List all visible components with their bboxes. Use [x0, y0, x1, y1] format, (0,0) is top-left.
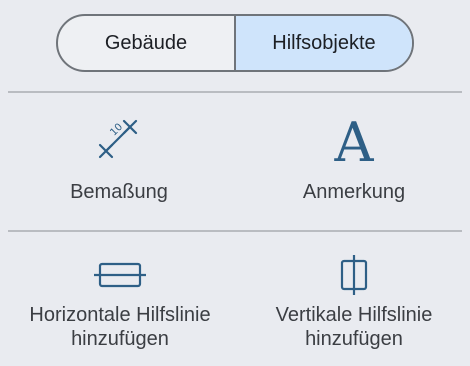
divider-top	[8, 91, 462, 93]
dimension-label: Bemaßung	[70, 181, 168, 203]
text-A-icon: A	[334, 111, 374, 174]
horizontal-guide-label-line2: hinzufügen	[71, 328, 169, 350]
tab-hilfsobjekte[interactable]: Hilfsobjekte	[234, 16, 412, 70]
annotation-tool-button[interactable]: A Anmerkung	[284, 116, 424, 204]
vertical-guide-label-line2: hinzufügen	[305, 328, 403, 350]
horizontal-guide-label-line1: Horizontale Hilfslinie	[29, 304, 211, 326]
horizontal-guide-icon	[94, 262, 146, 288]
dimension-icon: 10	[98, 119, 138, 159]
add-vertical-guide-button[interactable]: Vertikale Hilfslinie hinzufügen	[260, 255, 448, 351]
annotation-label: Anmerkung	[302, 181, 406, 203]
dimension-tool-button[interactable]: 10 Bemaßung	[60, 116, 178, 204]
vertical-guide-label-line1: Vertikale Hilfslinie	[275, 304, 433, 326]
divider-bottom	[8, 230, 462, 232]
tab-gebaeude[interactable]: Gebäude	[58, 16, 234, 70]
add-horizontal-guide-button[interactable]: Horizontale Hilfslinie hinzufügen	[20, 255, 220, 351]
building-helpers-toggle: Gebäude Hilfsobjekte	[56, 14, 414, 72]
vertical-guide-icon	[340, 255, 368, 295]
